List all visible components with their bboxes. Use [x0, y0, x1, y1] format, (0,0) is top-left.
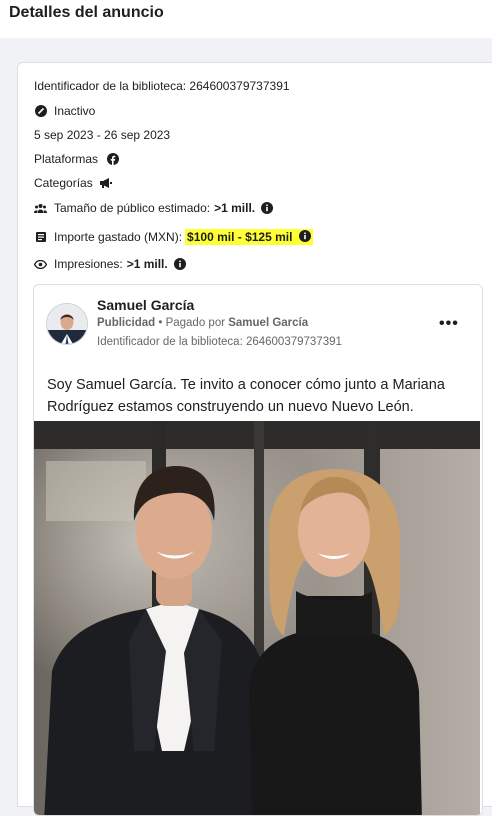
sponsored-label: Publicidad [97, 317, 156, 329]
post-library-id: Identificador de la biblioteca: 26460037… [97, 336, 342, 348]
ad-details-card: Identificador de la biblioteca: 26460037… [17, 62, 492, 816]
inactive-status-icon [34, 105, 47, 118]
spend-label: Importe gastado (MXN): [54, 230, 183, 244]
spend-value: $100 mil - $125 mil [185, 229, 313, 245]
audience-label: Tamaño de público estimado: [54, 201, 211, 215]
page-title: Detalles del anuncio [9, 4, 164, 21]
impressions-value: >1 mill. [126, 257, 168, 271]
more-options-icon[interactable]: ••• [439, 315, 459, 333]
ad-image[interactable] [34, 421, 480, 815]
page-header: Detalles del anuncio [0, 0, 492, 38]
advertiser-name[interactable]: Samuel García [97, 297, 194, 313]
status-row: Inactivo [34, 104, 95, 118]
library-id-row: Identificador de la biblioteca: 26460037… [34, 79, 290, 93]
categories-row: Categorías [34, 176, 113, 190]
spend-row: Importe gastado (MXN): $100 mil - $125 m… [34, 229, 313, 245]
megaphone-icon[interactable] [99, 177, 113, 189]
info-icon[interactable] [298, 230, 311, 242]
info-icon[interactable] [261, 202, 274, 214]
spend-value-text: $100 mil - $125 mil [187, 230, 293, 244]
eye-icon [34, 258, 47, 271]
audience-value: >1 mill. [214, 201, 256, 215]
ad-preview: Samuel García Publicidad • Pagado por Sa… [33, 284, 483, 816]
paid-by-name: Samuel García [228, 317, 309, 329]
impressions-row: Impresiones: >1 mill. [34, 257, 186, 271]
dates-row: 5 sep 2023 - 26 sep 2023 [34, 128, 170, 142]
platforms-label: Plataformas [34, 152, 99, 166]
paid-by-prefix: • Pagado por [155, 317, 229, 329]
facebook-icon[interactable] [106, 153, 119, 166]
date-range: 5 sep 2023 - 26 sep 2023 [34, 128, 171, 142]
sponsored-line: Publicidad • Pagado por Samuel García [97, 317, 308, 329]
status-text: Inactivo [54, 104, 96, 118]
platforms-row: Plataformas [34, 152, 119, 166]
audience-row: Tamaño de público estimado: >1 mill. [34, 201, 274, 215]
people-icon [34, 202, 47, 215]
avatar[interactable] [46, 303, 88, 345]
money-icon [34, 231, 47, 244]
categories-label: Categorías [34, 176, 93, 190]
impressions-label: Impresiones: [54, 257, 123, 271]
library-id-text: Identificador de la biblioteca: 26460037… [34, 79, 290, 93]
info-icon[interactable] [173, 258, 186, 270]
